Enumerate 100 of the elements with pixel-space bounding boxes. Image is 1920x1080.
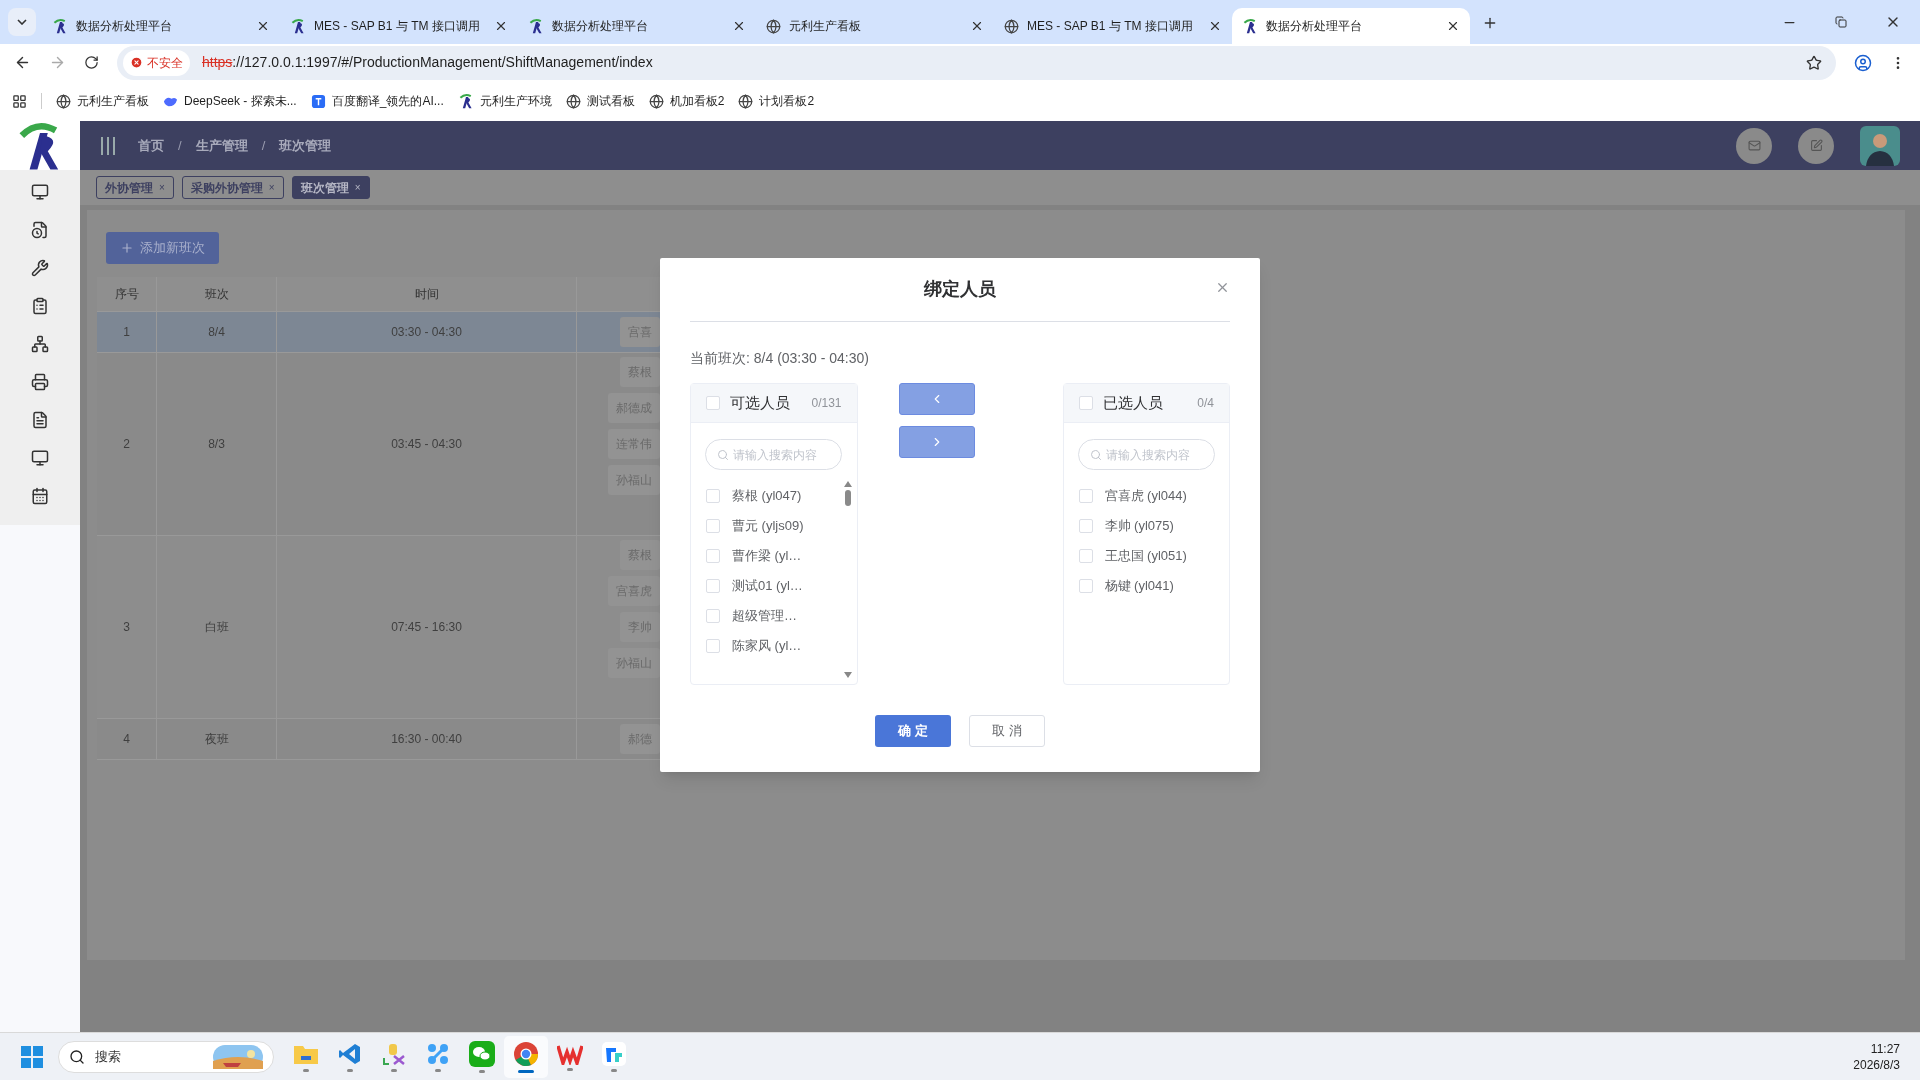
logo-icon [457, 93, 474, 109]
bookmark-item[interactable]: 百度翻译_领先的AI... [310, 92, 444, 110]
close-icon[interactable] [970, 19, 984, 33]
checkbox[interactable] [706, 609, 720, 623]
back-icon[interactable] [14, 54, 31, 71]
forward-icon[interactable] [49, 54, 66, 71]
checkbox[interactable] [706, 639, 720, 653]
search-field[interactable]: 请输入搜索内容 [705, 439, 842, 470]
tab-search-button[interactable] [8, 8, 36, 36]
code-editor-icon[interactable] [338, 1041, 362, 1066]
document-clock-icon[interactable] [31, 221, 49, 239]
browser-tab[interactable]: 数据分析处理平台 [518, 8, 756, 44]
person-item[interactable]: 超级管理… [706, 601, 828, 631]
breadcrumb-link[interactable]: 首页 [138, 135, 164, 156]
confirm-button[interactable]: 确 定 [875, 715, 951, 747]
table-cell: 03:30 - 04:30 [277, 312, 577, 352]
search-field[interactable]: 请输入搜索内容 [1077, 439, 1215, 470]
clock-time: 11:27 [1870, 1040, 1900, 1057]
security-chip[interactable]: 不安全 [123, 49, 190, 76]
scroll-up-icon[interactable] [843, 481, 852, 487]
wrench-icon[interactable] [31, 259, 49, 277]
calendar-icon[interactable] [31, 487, 49, 505]
bookmark-item[interactable]: 元利生产看板 [56, 92, 149, 110]
person-item[interactable]: 李帅 (yl075) [1078, 511, 1214, 541]
browser-tab[interactable]: 数据分析处理平台 [42, 8, 280, 44]
table-cell: 16:30 - 00:40 [277, 719, 577, 759]
bookmark-item[interactable]: DeepSeek - 探索未... [163, 92, 297, 110]
tools-icon[interactable] [382, 1041, 406, 1066]
checkbox[interactable] [706, 519, 720, 533]
address-bar[interactable]: 不安全 https://127.0.0.1:1997/#/ProductionManagement/ShiftManagement/index [117, 45, 1836, 80]
bookmark-item[interactable]: 机加看板2 [648, 92, 725, 110]
breadcrumb-link[interactable]: 生产管理 [195, 135, 248, 156]
person-item[interactable]: 杨键 (yl041) [1078, 571, 1214, 601]
move-right-button[interactable] [898, 426, 975, 458]
remote-app-icon[interactable] [602, 1041, 626, 1066]
person-item[interactable]: 测试01 (yl… [706, 571, 828, 601]
bookmark-item[interactable]: 计划看板2 [738, 92, 815, 110]
reload-icon[interactable] [84, 55, 99, 70]
monitor-icon[interactable] [31, 183, 49, 201]
restore-icon[interactable] [1835, 16, 1847, 28]
table-cell: 2 [97, 353, 157, 535]
start-icon[interactable] [20, 1044, 44, 1069]
checkbox[interactable] [1078, 549, 1093, 563]
current-shift-text: 当前班次: 8/4 (03:30 - 04:30) [690, 349, 870, 368]
close-icon[interactable] [256, 19, 270, 33]
table-cell: 03:45 - 04:30 [277, 353, 577, 535]
person-item[interactable]: 宫喜虎 (yl044) [1078, 481, 1214, 511]
profile-icon[interactable] [1854, 53, 1872, 72]
clipboard-icon[interactable] [31, 297, 49, 315]
edit-icon [1809, 139, 1823, 152]
checkbox[interactable] [1078, 489, 1093, 503]
taskbar-search[interactable]: 搜索 [58, 1040, 274, 1073]
person-item[interactable]: 曹作梁 (yl… [706, 541, 828, 571]
scroll-thumb[interactable] [844, 490, 851, 506]
close-icon[interactable] [1446, 19, 1460, 33]
table-cell: 白班 [157, 536, 277, 718]
document-icon[interactable] [31, 411, 49, 429]
search-icon [717, 449, 729, 461]
page-tag[interactable]: 班次管理 × [291, 176, 370, 199]
table-cell: 夜班 [157, 719, 277, 759]
browser-tab[interactable]: MES - SAP B1 与 TM 接口调用 [994, 8, 1232, 44]
monitor-icon[interactable] [31, 449, 49, 467]
checkbox[interactable] [706, 549, 720, 563]
chat-icon[interactable] [469, 1040, 495, 1067]
browser-tab[interactable]: 元利生产看板 [756, 8, 994, 44]
breadcrumb-link[interactable]: 班次管理 [279, 135, 332, 156]
person-item[interactable]: 王忠国 (yl051) [1078, 541, 1214, 571]
bookmark-item[interactable]: 测试看板 [565, 92, 635, 110]
person-item[interactable]: 蔡根 (yl047) [706, 481, 828, 511]
close-icon[interactable] [494, 19, 508, 33]
nodes-icon[interactable] [426, 1041, 450, 1066]
bookmark-item[interactable]: 元利生产环境 [457, 92, 552, 110]
mail-icon [1747, 139, 1761, 152]
plus-icon [120, 241, 134, 255]
scrollbar[interactable] [842, 481, 853, 678]
browser-tab[interactable]: 数据分析处理平台 [1232, 8, 1470, 44]
printer-icon[interactable] [31, 373, 49, 391]
browser-tab[interactable]: MES - SAP B1 与 TM 接口调用 [280, 8, 518, 44]
new-tab-icon[interactable] [1482, 15, 1498, 31]
move-left-button[interactable] [898, 383, 975, 415]
message-button[interactable] [1736, 127, 1772, 164]
close-icon[interactable] [1208, 19, 1222, 33]
person-item[interactable]: 曹元 (yljs09) [706, 511, 828, 541]
checkbox[interactable] [1078, 519, 1093, 533]
checkbox[interactable] [706, 489, 720, 503]
person-item[interactable]: 陈家风 (yl… [706, 631, 828, 661]
checkbox[interactable] [706, 579, 720, 593]
apps-icon[interactable] [12, 93, 27, 109]
scroll-down-icon[interactable] [843, 672, 852, 678]
logo-icon [52, 18, 68, 34]
checkbox[interactable] [706, 396, 720, 410]
checkbox[interactable] [1078, 396, 1093, 410]
browser-icon[interactable] [513, 1040, 539, 1067]
close-icon[interactable] [732, 19, 746, 33]
cancel-button[interactable]: 取 消 [969, 715, 1045, 747]
checkbox[interactable] [1078, 579, 1093, 593]
avatar[interactable] [1860, 125, 1900, 166]
edit-button[interactable] [1798, 127, 1834, 164]
bookmark-star-icon[interactable] [1806, 54, 1822, 71]
network-icon[interactable] [31, 335, 49, 353]
